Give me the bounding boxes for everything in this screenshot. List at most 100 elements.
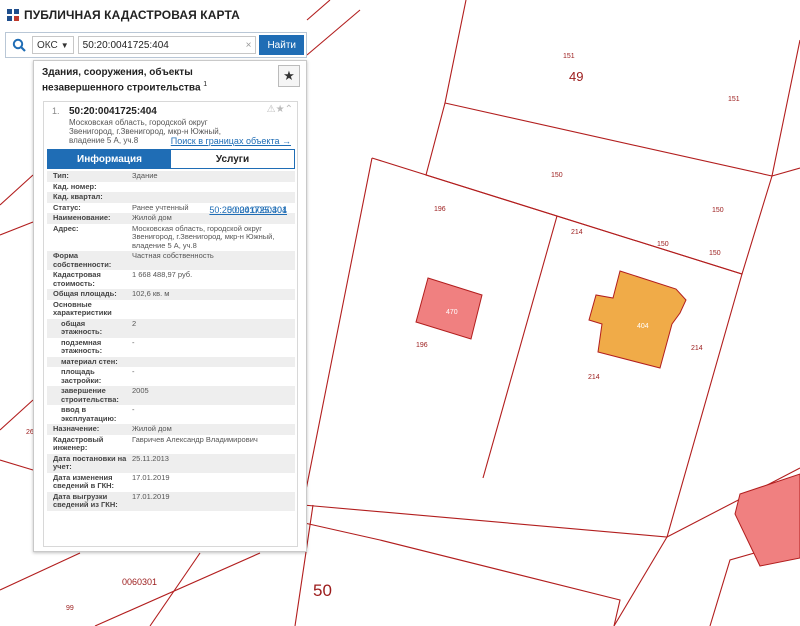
map-label: 150 [709,250,721,257]
search-input[interactable]: 50:20:0041725:404 × [77,36,257,54]
map-label: 196 [416,342,428,349]
tab-info[interactable]: Информация [48,150,171,168]
row-value: Частная собственность [132,251,214,260]
table-row: Кад. квартал: 50:20:0060301 [47,192,295,214]
row-key: Кадастровый инженер: [53,434,104,452]
search-bar: ОКС ▼ 50:20:0041725:404 × Найти [5,32,307,58]
parcel-boundary [771,167,800,177]
warning-icon[interactable]: ⚠ [267,104,276,115]
table-row: Форма собственности: Частная собственност… [47,251,295,270]
table-row: Дата выгрузки сведений из ГКН: 17.01.2019 [47,491,295,511]
row-key: Основные характеристики [53,299,112,317]
result-cad-number[interactable]: 50:20:0041725:404 [69,106,157,117]
clear-icon[interactable]: × [246,40,256,51]
logo-icon [7,9,19,21]
row-key: Дата изменения сведений в ГКН: [53,472,115,490]
row-key: Дата выгрузки сведений из ГКН: [53,491,118,509]
row-value: 17.01.2019 [132,472,170,482]
parcel-boundary [302,157,373,506]
object-type-select[interactable]: ОКС ▼ [32,36,74,54]
table-row: Кадастровая стоимость: 1 668 488,97 руб. [47,270,295,289]
table-row: подземная этажность: - [47,338,295,357]
map-label: 151 [563,53,575,60]
row-value: 17.01.2019 [132,491,170,501]
parcel-boundary [299,521,621,626]
parcel-boundary [0,399,34,431]
row-value: - [132,367,135,376]
row-value: 25.11.2013 [132,453,169,463]
parcel-boundary [444,0,800,177]
tab-bar: Информация Услуги [47,149,295,169]
parcel-boundary [0,552,81,591]
search-icon[interactable] [6,33,32,57]
building-right[interactable] [734,473,800,567]
table-row: материал стен: [47,356,295,368]
row-value: 102,6 кв. м [132,289,170,298]
search-in-bounds-link[interactable]: Поиск в границах объекта → [171,136,291,146]
row-key: Кад. номер: [53,181,97,191]
chevron-down-icon: ▼ [60,40,69,50]
parcel-boundary [0,459,34,471]
row-key: Кадастровая стоимость: [53,270,101,288]
app-header: ПУБЛИЧНАЯ КАДАСТРОВАЯ КАРТА [0,0,240,30]
table-row: Дата изменения сведений в ГКН: 17.01.2019 [47,473,295,492]
building-404[interactable] [588,270,687,369]
attributes-table: Тип: Здание Кад. номер: 50:20:0041725:404 Ка… [47,171,295,511]
row-key: Статус: [53,202,81,212]
row-key: Адрес: [53,223,79,233]
parcel-boundary [425,102,773,275]
chevron-up-icon[interactable]: ⌃ [285,104,293,115]
table-row: Дата постановки на учет: 25.11.2013 [47,453,295,473]
search-input-value: 50:20:0041725:404 [82,39,169,51]
parcel-boundary [613,536,668,626]
row-key: ввод в эксплуатацию: [61,405,117,423]
table-row: Назначение: Жилой дом [47,424,295,435]
row-key: Дата постановки на учет: [53,453,127,471]
row-value: Московская область, городской округ Звен… [132,223,275,250]
row-key: материал стен: [61,356,118,366]
parcel-boundary [0,221,34,236]
table-row: Тип: Здание [47,171,295,182]
row-value [130,357,295,368]
map-label: 404 [637,323,649,330]
map-label: 214 [691,345,703,352]
row-key: площадь застройки: [61,367,102,385]
search-button[interactable]: Найти [259,35,304,55]
parcel-boundary [306,9,361,56]
map-label: 151 [728,96,740,103]
parcel-boundary [149,552,201,626]
row-value: 1 668 488,97 руб. [132,270,193,279]
table-row: Адрес: Московская область, городской окру… [47,224,295,252]
map-label: 99 [66,605,74,612]
map-label: 150 [551,172,563,179]
map-label: 214 [571,229,583,236]
row-key: Тип: [53,171,69,180]
table-row: общая этажность: 2 [47,318,295,338]
row-value[interactable]: 50:20:0060301 [225,205,289,216]
table-row: Основные характеристики [47,300,295,319]
row-key: общая этажность: [61,318,103,336]
map-label: 150 [657,241,669,248]
star-icon[interactable]: ★ [276,104,285,115]
row-value: - [132,405,135,414]
favorite-star-icon[interactable]: ★ [278,65,300,87]
row-key: подземная этажность: [61,337,103,355]
row-value: 2005 [132,386,149,395]
result-tools: ⚠★⌃ [267,104,293,115]
row-value: Гавричев Александр Владимирович [132,434,258,444]
row-key: Форма собственности: [53,251,112,269]
map-label: 150 [712,207,724,214]
parcel-boundary [306,0,331,21]
result-index: 1. [52,106,60,116]
map-label: 0060301 [122,577,157,587]
parcel-boundary [0,174,34,206]
row-value [130,300,295,319]
row-key: Кад. квартал: [53,192,103,201]
row-key: Наименование: [53,213,111,222]
info-panel: Здания, сооружения, объекты незавершенно… [33,60,307,552]
parcel-boundary [482,215,558,479]
tab-services[interactable]: Услуги [171,150,294,168]
map-label: 214 [588,374,600,381]
row-value: Жилой дом [132,424,172,433]
table-row: Кадастровый инженер: Гавричев Александр В… [47,435,295,454]
